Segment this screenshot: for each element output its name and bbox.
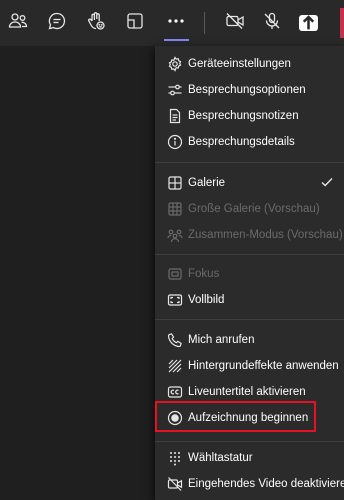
menu-item-call-me[interactable]: Mich anrufen [155, 327, 344, 353]
toolbar-divider [204, 12, 205, 34]
gallery-icon [167, 175, 183, 191]
more-options-menu: Geräteeinstellungen Besprechungsoptionen [155, 46, 344, 500]
meeting-toolbar [0, 0, 344, 46]
record-icon [167, 410, 183, 426]
menu-item-label: Besprechungsoptionen [188, 84, 306, 96]
people-icon [8, 11, 28, 36]
menu-item-label: Wähltastatur [188, 452, 253, 464]
chat-icon [47, 11, 67, 36]
menu-item-label: Mich anrufen [188, 334, 255, 346]
menu-item-label: Aufzeichnung beginnen [188, 412, 309, 424]
menu-item-meeting-notes[interactable]: Besprechungsnotizen [155, 103, 344, 129]
camera-toggle-button[interactable] [219, 7, 251, 39]
rooms-icon [125, 11, 145, 36]
phone-icon [167, 332, 183, 348]
menu-item-label: Eingehendes Video deaktivieren [188, 478, 344, 490]
menu-item-label: Liveuntertitel aktivieren [188, 386, 306, 398]
menu-item-label: Hintergrundeffekte anwenden [188, 360, 339, 372]
video-off-icon [167, 476, 183, 492]
active-tab-indicator [164, 39, 189, 41]
menu-item-focus: Fokus [155, 261, 344, 287]
captions-icon [167, 384, 183, 400]
breakout-rooms-button[interactable] [119, 7, 151, 39]
info-icon [167, 134, 183, 150]
mic-off-icon [262, 11, 282, 36]
fullscreen-icon [167, 292, 183, 308]
mic-toggle-button[interactable] [256, 7, 288, 39]
menu-item-meeting-options[interactable]: Besprechungsoptionen [155, 77, 344, 103]
menu-item-gallery[interactable]: Galerie [155, 170, 344, 196]
notes-icon [167, 108, 183, 124]
menu-divider [155, 162, 344, 163]
menu-item-background-effects[interactable]: Hintergrundeffekte anwenden [155, 353, 344, 379]
menu-item-start-recording[interactable]: Aufzeichnung beginnen [155, 405, 344, 431]
share-screen-button[interactable] [296, 7, 328, 39]
share-screen-icon [299, 15, 318, 31]
more-options-button[interactable] [160, 7, 192, 39]
background-effects-icon [167, 358, 183, 374]
menu-item-label: Vollbild [188, 294, 225, 306]
settings-icon [167, 56, 183, 72]
menu-item-device-settings[interactable]: Geräteeinstellungen [155, 51, 344, 77]
leave-button[interactable] [340, 8, 344, 38]
chat-button[interactable] [41, 7, 73, 39]
options-icon [167, 82, 183, 98]
meeting-stage: Geräteeinstellungen Besprechungsoptionen [0, 0, 344, 500]
people-button[interactable] [2, 7, 34, 39]
together-mode-icon [167, 227, 183, 243]
focus-icon [167, 266, 183, 282]
menu-item-live-captions[interactable]: Liveuntertitel aktivieren [155, 379, 344, 405]
menu-item-large-gallery: Große Galerie (Vorschau) [155, 196, 344, 222]
menu-divider [155, 441, 344, 442]
dialpad-icon [167, 450, 183, 466]
menu-item-label: Galerie [188, 177, 226, 189]
more-options-icon [166, 11, 186, 36]
menu-item-meeting-details[interactable]: Besprechungsdetails [155, 129, 344, 155]
menu-item-label: Fokus [188, 268, 220, 280]
menu-item-together-mode: Zusammen-Modus (Vorschau) [155, 222, 344, 248]
menu-item-label: Große Galerie (Vorschau) [188, 203, 320, 215]
menu-divider [155, 254, 344, 255]
menu-item-label: Zusammen-Modus (Vorschau) [188, 229, 343, 241]
menu-item-label: Besprechungsnotizen [188, 110, 299, 122]
raise-hand-icon [86, 11, 106, 36]
menu-item-label: Besprechungsdetails [188, 136, 295, 148]
camera-off-icon [225, 11, 245, 36]
large-gallery-icon [167, 201, 183, 217]
menu-divider [155, 319, 344, 320]
menu-item-fullscreen[interactable]: Vollbild [155, 287, 344, 313]
menu-item-label: Geräteeinstellungen [188, 58, 291, 70]
checkmark-icon [320, 175, 334, 189]
menu-item-dialpad[interactable]: Wähltastatur [155, 445, 344, 471]
menu-item-disable-incoming-video[interactable]: Eingehendes Video deaktivieren [155, 471, 344, 497]
raise-hand-button[interactable] [80, 7, 112, 39]
